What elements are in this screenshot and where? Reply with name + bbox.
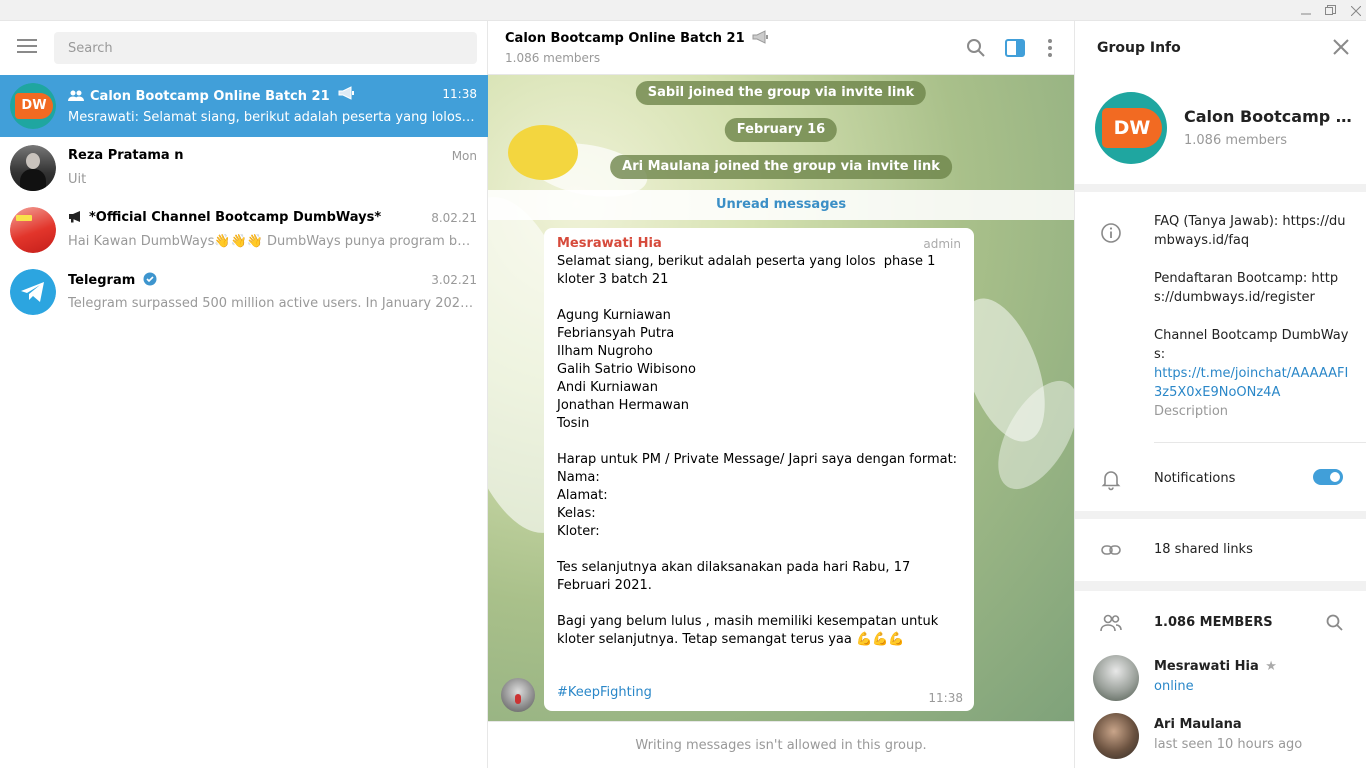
group-name: Calon Bootcamp Online Batch 21 — [1184, 107, 1354, 126]
avatar — [10, 145, 56, 191]
maximize-button[interactable] — [1317, 0, 1344, 21]
service-message-join: Ari Maulana joined the group via invite … — [610, 155, 952, 179]
group-description: FAQ (Tanya Jawab): https://dumbways.id/f… — [1154, 212, 1354, 421]
group-info-panel: Group Info DW Calon Bootcamp Online Batc… — [1074, 21, 1366, 768]
minimize-icon — [1300, 13, 1311, 14]
conversation-panel: Calon Bootcamp Online Batch 21 1.086 mem… — [488, 21, 1074, 768]
bell-icon — [1099, 467, 1123, 491]
telegram-logo-icon — [21, 282, 44, 302]
chat-item-calon-bootcamp[interactable]: DW Calon Bootcamp Online Batch 21 11:38 … — [0, 75, 488, 137]
member-name: Mesrawati Hia — [1154, 659, 1259, 674]
avatar: DW — [10, 83, 56, 129]
members-header: 1.086 MEMBERS — [1154, 615, 1273, 630]
message-sender[interactable]: Mesrawati Hia — [557, 236, 961, 251]
shared-links-label: 18 shared links — [1154, 542, 1253, 557]
unread-messages-bar: Unread messages — [488, 190, 1074, 220]
chat-item-reza-pratama[interactable]: Reza Pratama n Mon Uit — [0, 137, 488, 199]
sender-avatar[interactable] — [501, 678, 535, 712]
minimize-button[interactable] — [1292, 0, 1319, 21]
chat-name: *Official Channel Bootcamp DumbWays* — [89, 210, 382, 225]
star-icon: ★ — [1265, 659, 1277, 674]
restore-icon — [1325, 5, 1336, 15]
close-icon[interactable] — [1333, 39, 1349, 55]
chat-preview: Uit — [68, 172, 87, 187]
member-item[interactable]: Mesrawati Hia ★ online — [1075, 651, 1366, 707]
avatar — [1093, 713, 1139, 759]
chat-item-official-channel[interactable]: *Official Channel Bootcamp DumbWays* 8.0… — [0, 199, 488, 261]
notifications-toggle[interactable] — [1313, 469, 1343, 485]
sidebar-toggle-icon[interactable] — [1003, 36, 1027, 60]
chat-name: Calon Bootcamp Online Batch 21 — [90, 89, 330, 104]
dw-logo: DW — [15, 93, 53, 119]
group-description-section: FAQ (Tanya Jawab): https://dumbways.id/f… — [1075, 192, 1366, 511]
chat-time: 11:38 — [442, 87, 477, 101]
link-icon — [1099, 538, 1123, 562]
member-name: Ari Maulana — [1154, 717, 1242, 732]
hamburger-menu-icon[interactable] — [17, 39, 37, 53]
search-input[interactable] — [54, 32, 477, 64]
avatar — [10, 269, 56, 315]
invite-link[interactable]: https://t.me/joinchat/AAAAAFI3z5X0xE9NoO… — [1154, 364, 1354, 402]
message-time: 11:38 — [928, 691, 963, 705]
avatar — [1093, 655, 1139, 701]
dw-logo: DW — [1102, 108, 1162, 148]
chat-time: Mon — [451, 149, 477, 163]
chat-name: Reza Pratama n — [68, 148, 184, 163]
chat-name: Telegram — [68, 273, 136, 288]
chat-preview: Mesrawati: Selamat siang, berikut adalah… — [68, 110, 476, 125]
close-icon — [1350, 5, 1361, 16]
member-item[interactable]: Ari Maulana last seen 10 hours ago — [1075, 709, 1366, 765]
megaphone-icon — [338, 86, 356, 104]
admin-badge: admin — [923, 237, 961, 251]
member-search-icon[interactable] — [1325, 613, 1345, 633]
hashtag-link[interactable]: #KeepFighting — [557, 685, 652, 700]
chat-preview: Telegram surpassed 500 million active us… — [68, 296, 476, 311]
service-message-join: Sabil joined the group via invite link — [635, 81, 927, 105]
members-icon — [1099, 611, 1123, 635]
avatar — [10, 207, 56, 253]
chat-title-text: Calon Bootcamp Online Batch 21 — [505, 31, 745, 46]
description-line: Channel Bootcamp DumbWays: — [1154, 328, 1349, 362]
member-status: online — [1154, 679, 1194, 694]
group-avatar[interactable]: DW — [1095, 92, 1167, 164]
group-member-count: 1.086 members — [1184, 133, 1288, 148]
verified-icon — [143, 272, 157, 288]
chat-time: 8.02.21 — [431, 211, 477, 225]
member-status: last seen 10 hours ago — [1154, 737, 1303, 752]
date-separator: February 16 — [724, 118, 838, 142]
chat-time: 3.02.21 — [431, 273, 477, 287]
info-icon — [1099, 221, 1123, 245]
description-line: Pendaftaran Bootcamp: https://dumbways.i… — [1154, 271, 1339, 305]
window-titlebar — [0, 0, 1366, 21]
search-icon[interactable] — [964, 36, 988, 60]
message-bubble[interactable]: Mesrawati Hia admin Selamat siang, berik… — [544, 228, 974, 711]
shared-links-row[interactable]: 18 shared links — [1075, 519, 1366, 581]
chat-item-telegram[interactable]: Telegram 3.02.21 Telegram surpassed 500 … — [0, 261, 488, 323]
chat-background: Sabil joined the group via invite link F… — [488, 75, 1074, 721]
panel-title: Group Info — [1097, 40, 1181, 56]
megaphone-icon — [752, 30, 770, 46]
group-info-header: Group Info DW Calon Bootcamp Online Batc… — [1075, 21, 1366, 184]
members-section: 1.086 MEMBERS Mesrawati Hia ★ online Ari… — [1075, 591, 1366, 768]
notifications-label: Notifications — [1154, 471, 1236, 486]
channel-icon — [68, 210, 83, 227]
chat-list-panel: DW Calon Bootcamp Online Batch 21 11:38 … — [0, 21, 488, 768]
writing-disabled-notice: Writing messages isn't allowed in this g… — [488, 721, 1074, 768]
chat-header[interactable]: Calon Bootcamp Online Batch 21 1.086 mem… — [488, 21, 1074, 75]
group-icon — [68, 90, 84, 106]
message-text: Selamat siang, berikut adalah peserta ya… — [557, 254, 958, 647]
more-options-icon[interactable] — [1038, 36, 1062, 60]
description-label: Description — [1154, 404, 1229, 419]
chat-title: Calon Bootcamp Online Batch 21 — [505, 30, 770, 46]
description-line: FAQ (Tanya Jawab): https://dumbways.id/f… — [1154, 214, 1346, 248]
chat-member-count: 1.086 members — [505, 51, 601, 65]
chat-preview: Hai Kawan DumbWays👋👋👋 DumbWays punya pro… — [68, 234, 476, 249]
close-window-button[interactable] — [1342, 0, 1366, 21]
